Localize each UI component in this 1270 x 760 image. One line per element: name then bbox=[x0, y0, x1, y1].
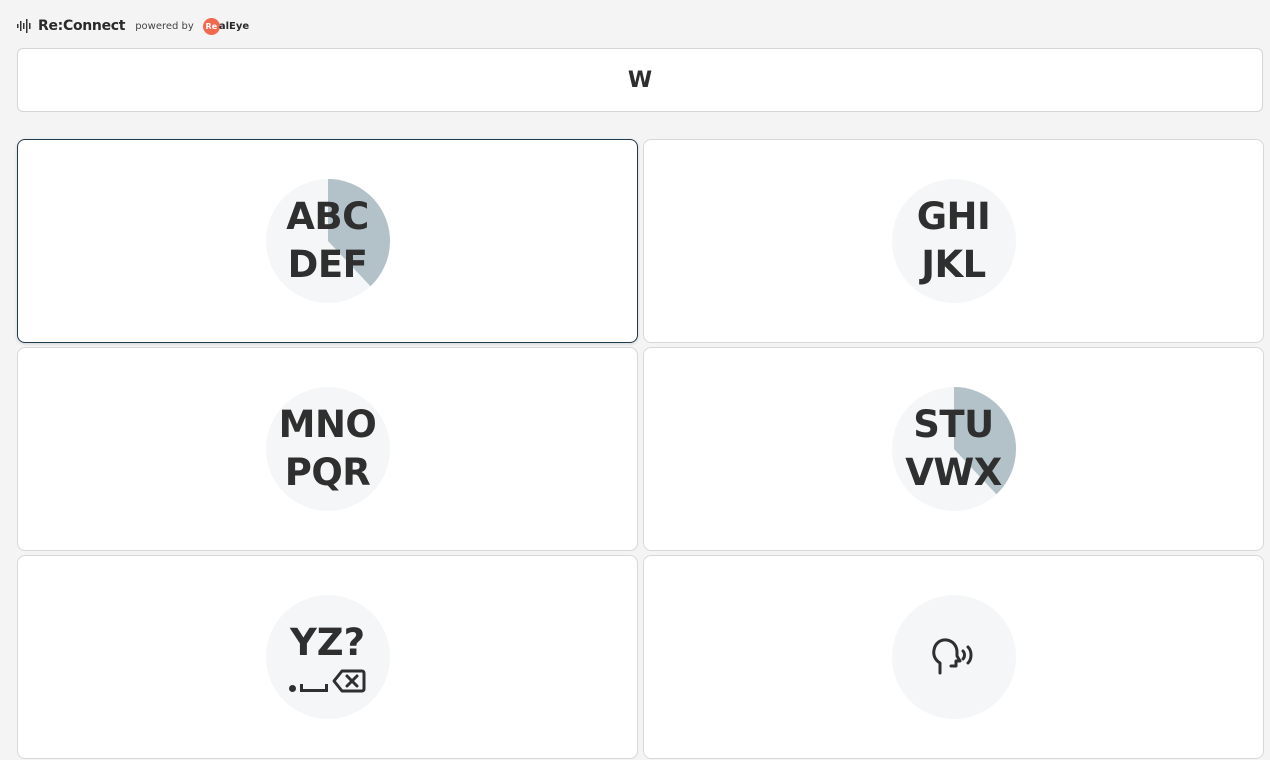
key-yz-punctuation[interactable]: YZ? bbox=[17, 555, 638, 759]
backspace-icon bbox=[332, 669, 366, 693]
key-label-line2: PQR bbox=[284, 451, 371, 494]
space-icon bbox=[300, 684, 328, 692]
key-label-line1: ABC bbox=[286, 195, 369, 238]
powered-by-label: powered by bbox=[135, 20, 194, 32]
partner-logo: Re alEye bbox=[202, 17, 250, 35]
partner-logo-badge: Re bbox=[202, 17, 220, 35]
key-circle: YZ? bbox=[265, 595, 390, 719]
key-circle: STU VWX bbox=[891, 387, 1016, 511]
soundwave-icon bbox=[17, 19, 31, 33]
key-label-line2: JKL bbox=[921, 243, 986, 286]
key-circle: GHI JKL bbox=[891, 179, 1016, 303]
key-label-line2: DEF bbox=[287, 243, 368, 286]
key-ghi-jkl[interactable]: GHI JKL bbox=[643, 139, 1264, 343]
speak-icon bbox=[931, 638, 972, 675]
key-label-line1: MNO bbox=[278, 403, 377, 446]
key-label-line2: VWX bbox=[905, 451, 1002, 494]
period-icon bbox=[289, 685, 296, 692]
brand-name: Re:Connect bbox=[38, 18, 126, 34]
key-stu-vwx[interactable]: STU VWX bbox=[643, 347, 1264, 551]
key-label-line1: STU bbox=[913, 403, 994, 446]
key-circle bbox=[891, 595, 1016, 719]
app-header: Re:Connect powered by Re alEye bbox=[17, 14, 249, 38]
key-circle: ABC DEF bbox=[265, 179, 390, 303]
key-mno-pqr[interactable]: MNO PQR bbox=[17, 347, 638, 551]
key-speak[interactable] bbox=[643, 555, 1264, 759]
key-label-line1: YZ? bbox=[289, 621, 366, 664]
key-abc-def[interactable]: ABC DEF bbox=[17, 139, 638, 343]
text-output-field: W bbox=[17, 48, 1263, 112]
partner-logo-text: alEye bbox=[218, 20, 250, 32]
key-circle: MNO PQR bbox=[265, 387, 390, 511]
key-label-line1: GHI bbox=[916, 195, 991, 238]
